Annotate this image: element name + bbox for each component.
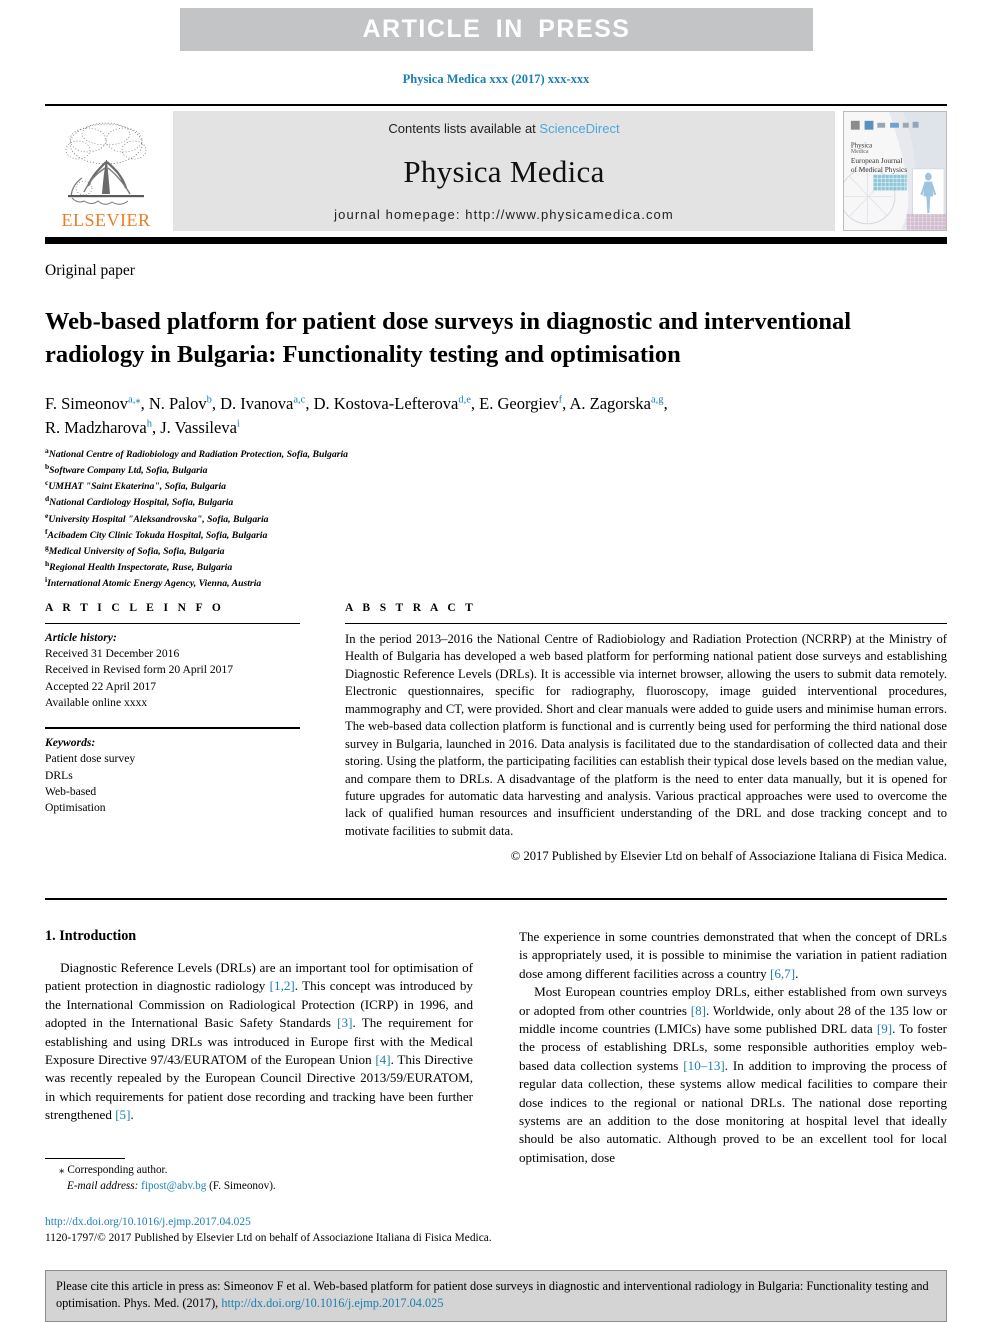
citation-reference[interactable]: [10–13] bbox=[683, 1058, 724, 1073]
affiliation-text: UMHAT "Saint Ekaterina", Sofia, Bulgaria bbox=[48, 481, 226, 493]
article-history-block: Article history: Received 31 December 20… bbox=[45, 624, 300, 711]
section-heading-introduction: 1. Introduction bbox=[45, 928, 137, 944]
corresponding-author-text: Corresponding author. bbox=[67, 1164, 168, 1176]
article-body: 1. Introduction Diagnostic Reference Lev… bbox=[45, 928, 947, 1167]
masthead-center-panel: Contents lists available at ScienceDirec… bbox=[173, 111, 835, 231]
history-item: Received 31 December 2016 bbox=[45, 647, 180, 661]
issn-copyright-line: 1120-1797/© 2017 Published by Elsevier L… bbox=[45, 1231, 492, 1244]
citation-reference[interactable]: [3] bbox=[337, 1015, 352, 1030]
cite-text: Please cite this article in press as: Si… bbox=[56, 1278, 936, 1313]
cite-text-body: Please cite this article in press as: Si… bbox=[56, 1279, 929, 1311]
doi-issn-block: http://dx.doi.org/10.1016/j.ejmp.2017.04… bbox=[45, 1215, 645, 1246]
elsevier-logo: ELSEVIER bbox=[45, 111, 167, 231]
email-owner: (F. Simeonov). bbox=[209, 1179, 276, 1192]
journal-title: Physica Medica bbox=[403, 153, 605, 189]
affiliation-item: iInternational Atomic Energy Agency, Vie… bbox=[45, 575, 262, 590]
cite-doi-link[interactable]: http://dx.doi.org/10.1016/j.ejmp.2017.04… bbox=[221, 1296, 443, 1310]
affiliation-item: hRegional Health Inspectorate, Ruse, Bul… bbox=[45, 558, 233, 574]
author-list: F. Simeonova,⁎, N. Palovb, D. Ivanovaa,c… bbox=[45, 392, 945, 441]
affiliation-item: fAcibadem City Clinic Tokuda Hospital, S… bbox=[45, 526, 268, 541]
body-column-right: The experience in some countries demonst… bbox=[519, 928, 947, 1167]
affiliation-text: National Cardiology Hospital, Sofia, Bul… bbox=[49, 497, 234, 509]
abstract-column: A B S T R A C T In the period 2013–2016 … bbox=[345, 602, 947, 864]
cite-this-article-box: Please cite this article in press as: Si… bbox=[45, 1270, 947, 1322]
affiliation-item: aNational Centre of Radiobiology and Rad… bbox=[45, 446, 349, 461]
affiliation-text: Regional Health Inspectorate, Ruse, Bulg… bbox=[49, 562, 233, 574]
elsevier-tree-icon bbox=[65, 122, 147, 205]
affiliation-item: dNational Cardiology Hospital, Sofia, Bu… bbox=[45, 494, 234, 509]
journal-reference-line: Physica Medica xxx (2017) xxx-xxx bbox=[402, 72, 590, 86]
svg-text:European Journal: European Journal bbox=[851, 156, 903, 165]
body-column-gap bbox=[473, 928, 519, 1167]
abstract-heading: A B S T R A C T bbox=[345, 602, 477, 614]
affiliation-list: aNational Centre of Radiobiology and Rad… bbox=[45, 446, 665, 591]
corresponding-author-line: ⁎ Corresponding author. bbox=[45, 1163, 473, 1179]
affiliation-text: National Centre of Radiobiology and Radi… bbox=[48, 449, 349, 461]
affiliation-text: International Atomic Energy Agency, Vien… bbox=[47, 578, 262, 590]
abstract-bottom-rule bbox=[45, 898, 947, 900]
journal-cover-thumbnail: Physica Medica European Journal of Medic… bbox=[843, 111, 947, 231]
abstract-copyright: © 2017 Published by Elsevier Ltd on beha… bbox=[510, 849, 947, 864]
column-gap bbox=[300, 602, 345, 864]
journal-homepage-line[interactable]: journal homepage: http://www.physicamedi… bbox=[334, 207, 674, 222]
contents-available-line: Contents lists available at ScienceDirec… bbox=[388, 121, 619, 136]
affiliation-text: Software Company Ltd, Sofia, Bulgaria bbox=[49, 465, 208, 477]
affiliation-item: eUniversity Hospital "Aleksandrovska", S… bbox=[45, 510, 269, 525]
citation-reference[interactable]: [1,2] bbox=[270, 978, 295, 993]
info-abstract-region: A R T I C L E I N F O Article history: R… bbox=[45, 602, 947, 864]
author-line-2: R. Madzharovah, J. Vassilevai bbox=[45, 418, 240, 438]
footnote-star-icon: ⁎ bbox=[59, 1164, 65, 1176]
email-label: E-mail address: bbox=[67, 1179, 139, 1192]
affiliation-text: Medical University of Sofia, Sofia, Bulg… bbox=[48, 545, 225, 557]
email-link[interactable]: fipost@abv.bg bbox=[141, 1180, 206, 1192]
history-item: Received in Revised form 20 April 2017 bbox=[45, 663, 234, 677]
article-history-label: Article history: bbox=[45, 631, 117, 644]
keyword-item: Optimisation bbox=[45, 800, 106, 814]
paragraph: Most European countries employ DRLs, eit… bbox=[519, 984, 948, 1165]
article-title: Web-based platform for patient dose surv… bbox=[45, 308, 852, 368]
article-info-heading: A R T I C L E I N F O bbox=[45, 602, 225, 614]
citation-reference[interactable]: [8] bbox=[691, 1003, 706, 1018]
citation-reference[interactable]: [6,7] bbox=[770, 966, 795, 981]
abstract-text: In the period 2013–2016 the National Cen… bbox=[345, 632, 947, 838]
masthead-bottom-rule bbox=[45, 237, 947, 244]
footnote-rule bbox=[45, 1158, 125, 1159]
article-in-press-label: ARTICLE IN PRESS bbox=[362, 15, 631, 43]
body-column-left: 1. Introduction Diagnostic Reference Lev… bbox=[45, 928, 473, 1167]
cover-artwork: Physica Medica European Journal of Medic… bbox=[844, 112, 946, 230]
history-item: Accepted 22 April 2017 bbox=[45, 679, 157, 693]
svg-text:Medica: Medica bbox=[851, 149, 869, 155]
svg-text:of Medical Physics: of Medical Physics bbox=[851, 165, 907, 174]
keyword-item: Web-based bbox=[45, 784, 97, 798]
citation-reference[interactable]: [9] bbox=[877, 1021, 892, 1036]
doi-link[interactable]: http://dx.doi.org/10.1016/j.ejmp.2017.04… bbox=[45, 1215, 645, 1231]
keywords-label: Keywords: bbox=[45, 736, 96, 750]
affiliation-item: bSoftware Company Ltd, Sofia, Bulgaria bbox=[45, 462, 208, 477]
elsevier-wordmark: ELSEVIER bbox=[61, 210, 151, 230]
affiliation-text: Acibadem City Clinic Tokuda Hospital, So… bbox=[47, 529, 268, 541]
author-line-1: F. Simeonova,⁎, N. Palovb, D. Ivanovaa,c… bbox=[45, 394, 668, 413]
masthead-top-rule bbox=[45, 104, 947, 106]
keyword-item: DRLs bbox=[45, 768, 73, 782]
sciencedirect-link[interactable]: ScienceDirect bbox=[539, 121, 619, 136]
keywords-block: Keywords: Patient dose survey DRLs Web-b… bbox=[45, 729, 300, 816]
journal-masthead: ELSEVIER Contents lists available at Sci… bbox=[45, 104, 947, 244]
history-item: Available online xxxx bbox=[45, 695, 148, 709]
article-type-label: Original paper bbox=[45, 262, 135, 279]
contents-prefix: Contents lists available at bbox=[388, 121, 540, 136]
citation-reference[interactable]: [5] bbox=[115, 1107, 130, 1122]
affiliation-item: cUMHAT "Saint Ekaterina", Sofia, Bulgari… bbox=[45, 478, 226, 493]
keyword-item: Patient dose survey bbox=[45, 752, 136, 766]
affiliation-text: University Hospital "Aleksandrovska", So… bbox=[48, 513, 269, 525]
email-line: E-mail address: fipost@abv.bg (F. Simeon… bbox=[45, 1179, 473, 1195]
journal-article-page: ARTICLE IN PRESS Physica Medica xxx (201… bbox=[0, 0, 992, 1323]
affiliation-item: gMedical University of Sofia, Sofia, Bul… bbox=[45, 542, 225, 557]
paragraph: Diagnostic Reference Levels (DRLs) are a… bbox=[45, 960, 473, 1123]
corresponding-author-footnote: ⁎ Corresponding author. E-mail address: … bbox=[45, 1158, 473, 1195]
citation-reference[interactable]: [4] bbox=[375, 1052, 390, 1067]
article-info-column: A R T I C L E I N F O Article history: R… bbox=[45, 602, 300, 864]
article-in-press-banner: ARTICLE IN PRESS bbox=[180, 8, 813, 51]
paragraph: The experience in some countries demonst… bbox=[519, 929, 947, 981]
